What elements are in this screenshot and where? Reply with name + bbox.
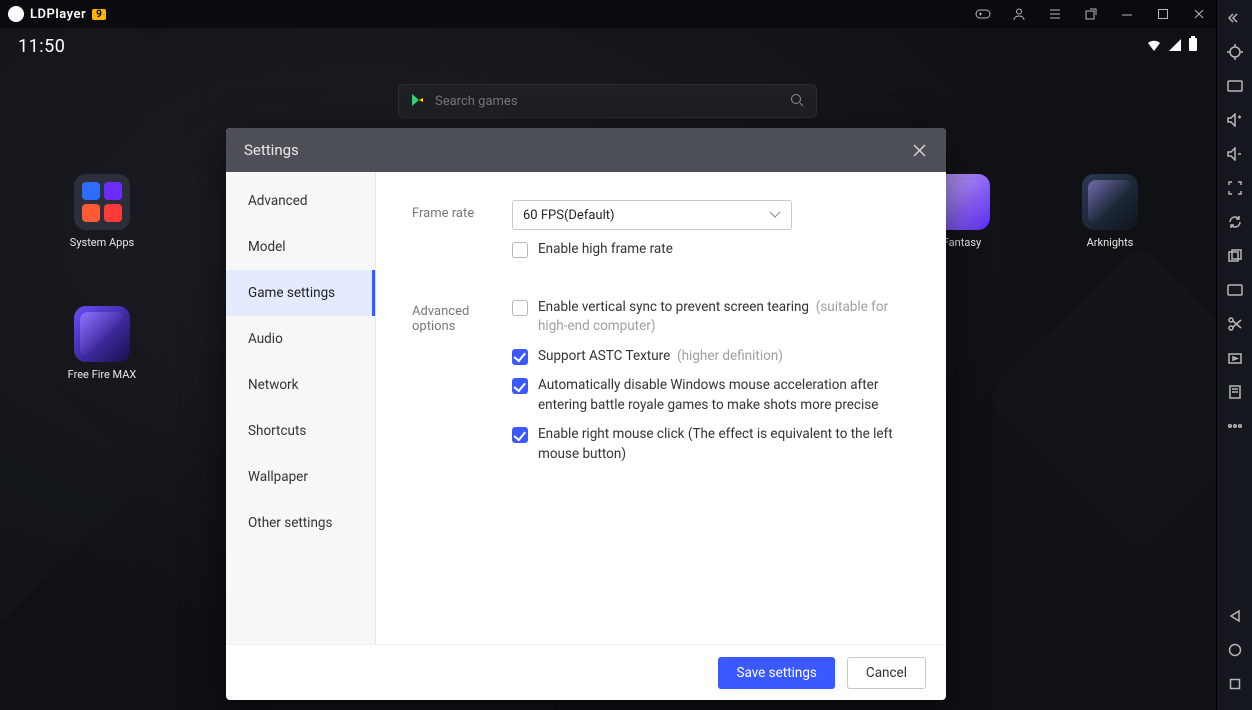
brand-text: LDPlayer xyxy=(30,7,86,22)
keyboard-icon[interactable] xyxy=(1223,74,1247,98)
close-settings-icon[interactable] xyxy=(910,141,928,159)
nav-network[interactable]: Network xyxy=(226,362,375,408)
search-input[interactable] xyxy=(435,94,782,109)
search-icon[interactable] xyxy=(790,92,804,111)
chevron-down-icon xyxy=(769,208,781,223)
locate-icon[interactable] xyxy=(1223,40,1247,64)
google-play-icon xyxy=(411,92,425,111)
settings-title: Settings xyxy=(244,141,299,159)
astc-text: Support ASTC Texture xyxy=(538,348,670,364)
side-toolbar xyxy=(1216,0,1252,710)
popout-icon[interactable] xyxy=(1082,5,1100,23)
checkbox-mouse-accel[interactable] xyxy=(512,378,528,394)
settings-header: Settings xyxy=(226,128,946,172)
checkbox-right-click[interactable] xyxy=(512,427,528,443)
settings-side-nav: Advanced Model Game settings Audio Netwo… xyxy=(226,172,376,644)
scissors-icon[interactable] xyxy=(1223,312,1247,336)
right-click-text: Enable right mouse click (The effect is … xyxy=(538,425,910,464)
advanced-options-label: Advanced options xyxy=(412,298,512,334)
recent-icon[interactable] xyxy=(1223,672,1247,696)
back-icon[interactable] xyxy=(1223,604,1247,628)
collapse-rail-icon[interactable] xyxy=(1223,6,1247,30)
frame-rate-label: Frame rate xyxy=(412,200,512,221)
nav-shortcuts[interactable]: Shortcuts xyxy=(226,408,375,454)
save-settings-button[interactable]: Save settings xyxy=(718,657,834,689)
user-icon[interactable] xyxy=(1010,5,1028,23)
checkbox-astc[interactable] xyxy=(512,349,528,365)
mouse-accel-text: Automatically disable Windows mouse acce… xyxy=(538,376,910,415)
battery-icon xyxy=(1188,36,1198,57)
signal-icon xyxy=(1168,36,1182,57)
system-apps-folder-icon xyxy=(74,174,130,230)
app-label: Fantasy xyxy=(943,236,981,249)
frame-rate-select[interactable]: 60 FPS(Default) xyxy=(512,200,792,230)
app-tile-system-apps[interactable]: System Apps xyxy=(70,174,134,249)
nav-wallpaper[interactable]: Wallpaper xyxy=(226,454,375,500)
checkbox-high-frame-rate[interactable] xyxy=(512,242,528,258)
nav-other-settings[interactable]: Other settings xyxy=(226,500,375,546)
vsync-text: Enable vertical sync to prevent screen t… xyxy=(538,299,809,315)
apk-icon[interactable] xyxy=(1223,278,1247,302)
ldplayer-logo-icon xyxy=(8,6,24,22)
fullscreen-icon[interactable] xyxy=(1223,176,1247,200)
cancel-button[interactable]: Cancel xyxy=(847,657,926,689)
search-box[interactable] xyxy=(398,84,817,118)
record-icon[interactable] xyxy=(1223,346,1247,370)
maximize-icon[interactable] xyxy=(1154,5,1172,23)
home-icon[interactable] xyxy=(1223,638,1247,662)
gamepad-icon[interactable] xyxy=(974,5,992,23)
wifi-icon xyxy=(1146,36,1162,57)
titlebar: LDPlayer 9 xyxy=(0,0,1216,28)
app-tile-free-fire-max[interactable]: Free Fire MAX xyxy=(70,306,134,381)
nav-advanced[interactable]: Advanced xyxy=(226,178,375,224)
app-label: Arknights xyxy=(1087,236,1134,249)
volume-up-icon[interactable] xyxy=(1223,108,1247,132)
volume-down-icon[interactable] xyxy=(1223,142,1247,166)
free-fire-icon xyxy=(74,306,130,362)
settings-content: Frame rate 60 FPS(Default) Enable high f… xyxy=(376,172,946,644)
multi-instance-icon[interactable] xyxy=(1223,244,1247,268)
settings-modal: Settings Advanced Model Game settings Au… xyxy=(226,128,946,700)
menu-icon[interactable] xyxy=(1046,5,1064,23)
nav-game-settings[interactable]: Game settings xyxy=(226,270,375,316)
checkbox-vsync[interactable] xyxy=(512,300,528,316)
arknights-icon xyxy=(1082,174,1138,230)
script-icon[interactable] xyxy=(1223,380,1247,404)
clock: 11:50 xyxy=(18,36,65,57)
more-icon[interactable] xyxy=(1223,414,1247,438)
close-icon[interactable] xyxy=(1190,5,1208,23)
app-label: System Apps xyxy=(70,236,134,249)
astc-hint: (higher definition) xyxy=(677,348,783,364)
settings-footer: Save settings Cancel xyxy=(226,644,946,700)
nav-audio[interactable]: Audio xyxy=(226,316,375,362)
nav-model[interactable]: Model xyxy=(226,224,375,270)
version-badge: 9 xyxy=(92,9,106,20)
app-label: Free Fire MAX xyxy=(68,368,137,381)
minimize-icon[interactable] xyxy=(1118,5,1136,23)
frame-rate-value: 60 FPS(Default) xyxy=(523,208,615,223)
sync-icon[interactable] xyxy=(1223,210,1247,234)
app-tile-arknights[interactable]: Arknights xyxy=(1078,174,1142,249)
android-status-bar: 11:50 xyxy=(0,28,1216,64)
enable-high-fr-label: Enable high frame rate xyxy=(538,240,673,260)
